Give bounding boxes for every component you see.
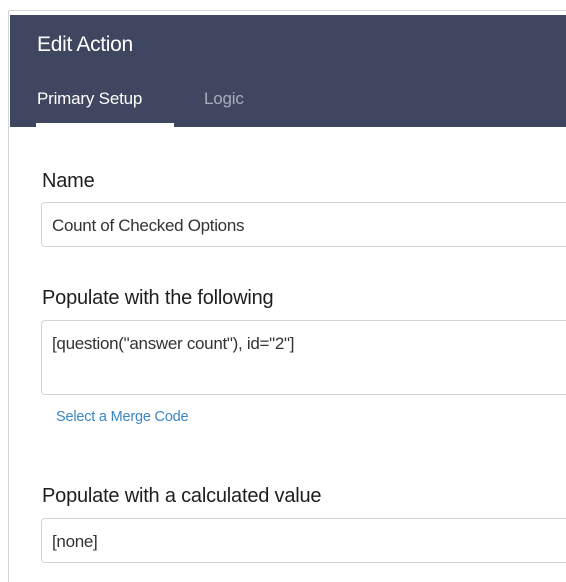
populate-calculated-select[interactable]: [none]: [41, 518, 566, 563]
populate-following-value: [question("answer count"), id="2"]: [52, 334, 295, 353]
name-field[interactable]: Count of Checked Options: [41, 202, 566, 247]
name-field-value: Count of Checked Options: [52, 216, 245, 235]
active-tab-indicator: [36, 123, 174, 127]
populate-calculated-value: [none]: [52, 532, 98, 551]
tab-primary-setup[interactable]: Primary Setup: [37, 89, 142, 109]
populate-calculated-label: Populate with a calculated value: [42, 485, 322, 507]
name-label: Name: [42, 170, 95, 192]
tab-logic[interactable]: Logic: [204, 89, 244, 109]
dialog-title: Edit Action: [37, 33, 133, 56]
populate-following-label: Populate with the following: [42, 287, 274, 309]
populate-following-textarea[interactable]: [question("answer count"), id="2"]: [41, 320, 566, 395]
dialog-header: Edit Action Primary Setup Logic: [10, 15, 566, 127]
select-merge-code-link[interactable]: Select a Merge Code: [56, 409, 189, 425]
